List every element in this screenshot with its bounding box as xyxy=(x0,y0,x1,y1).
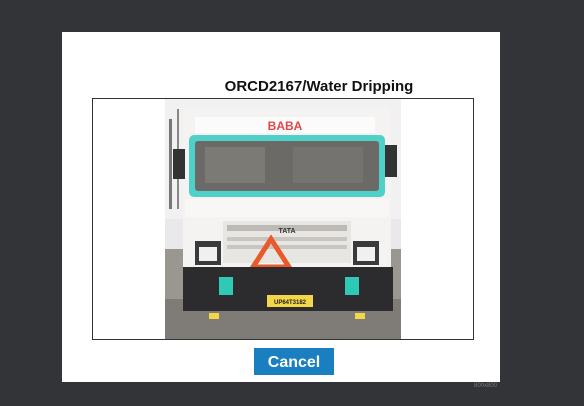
grille-brand: TATA xyxy=(278,228,295,235)
destination-board: BABA xyxy=(268,119,303,133)
image-frame: BABA TATA UP64T3182 xyxy=(92,98,474,340)
number-plate: UP64T3182 xyxy=(274,300,307,306)
cancel-button[interactable]: Cancel xyxy=(254,348,334,375)
dialog-title: ORCD2167/Water Dripping xyxy=(224,78,414,95)
dimension-note: 800x800 xyxy=(474,383,498,389)
image-preview-dialog: ORCD2167/Water Dripping BABA TATA UP64T3… xyxy=(62,32,500,382)
truck-photo: BABA TATA UP64T3182 xyxy=(165,99,401,339)
